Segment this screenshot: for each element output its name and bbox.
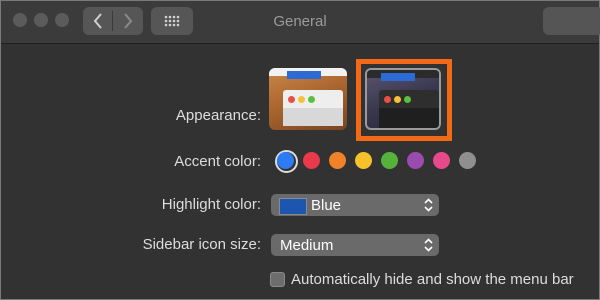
chevron-up-down-icon — [424, 238, 433, 252]
accent-swatch-red[interactable] — [303, 152, 320, 169]
accent-swatch-graphite[interactable] — [459, 152, 476, 169]
thumb-highlight — [287, 71, 321, 79]
accent-swatch-pink[interactable] — [433, 152, 450, 169]
search-field[interactable] — [543, 7, 600, 35]
accent-swatch-purple[interactable] — [407, 152, 424, 169]
thumb-window-body — [283, 108, 343, 126]
sidebar-icon-size-popup[interactable]: Medium — [271, 234, 439, 256]
appearance-light-option[interactable] — [269, 68, 347, 130]
preferences-window: General Appearance: Accent color: Highli… — [0, 0, 600, 300]
highlight-color-popup[interactable]: Blue — [271, 194, 439, 216]
accent-swatch-orange[interactable] — [329, 152, 346, 169]
accent-swatch-blue[interactable] — [277, 152, 294, 169]
thumb-dot-green — [308, 96, 315, 103]
highlight-color-chip — [279, 198, 307, 215]
window-title: General — [273, 13, 327, 30]
highlight-color-value: Blue — [311, 197, 342, 214]
thumb-window — [283, 90, 343, 126]
sidebar-icon-size-value: Medium — [280, 237, 334, 254]
thumb-dot-red — [288, 96, 295, 103]
appearance-label: Appearance: — [175, 107, 261, 124]
chevron-up-down-icon — [424, 198, 433, 212]
sidebar-icon-size-label: Sidebar icon size: — [142, 236, 261, 253]
menubar-autohide-label[interactable]: Automatically hide and show the menu bar — [291, 271, 574, 288]
menubar-autohide-checkbox[interactable] — [270, 272, 285, 287]
highlight-color-label: Highlight color: — [161, 196, 261, 213]
selection-callout-box — [356, 59, 452, 141]
title-bar: General — [1, 1, 600, 44]
accent-color-label: Accent color: — [174, 153, 261, 170]
accent-swatch-green[interactable] — [381, 152, 398, 169]
accent-swatch-yellow[interactable] — [355, 152, 372, 169]
thumb-dot-yellow — [298, 96, 305, 103]
